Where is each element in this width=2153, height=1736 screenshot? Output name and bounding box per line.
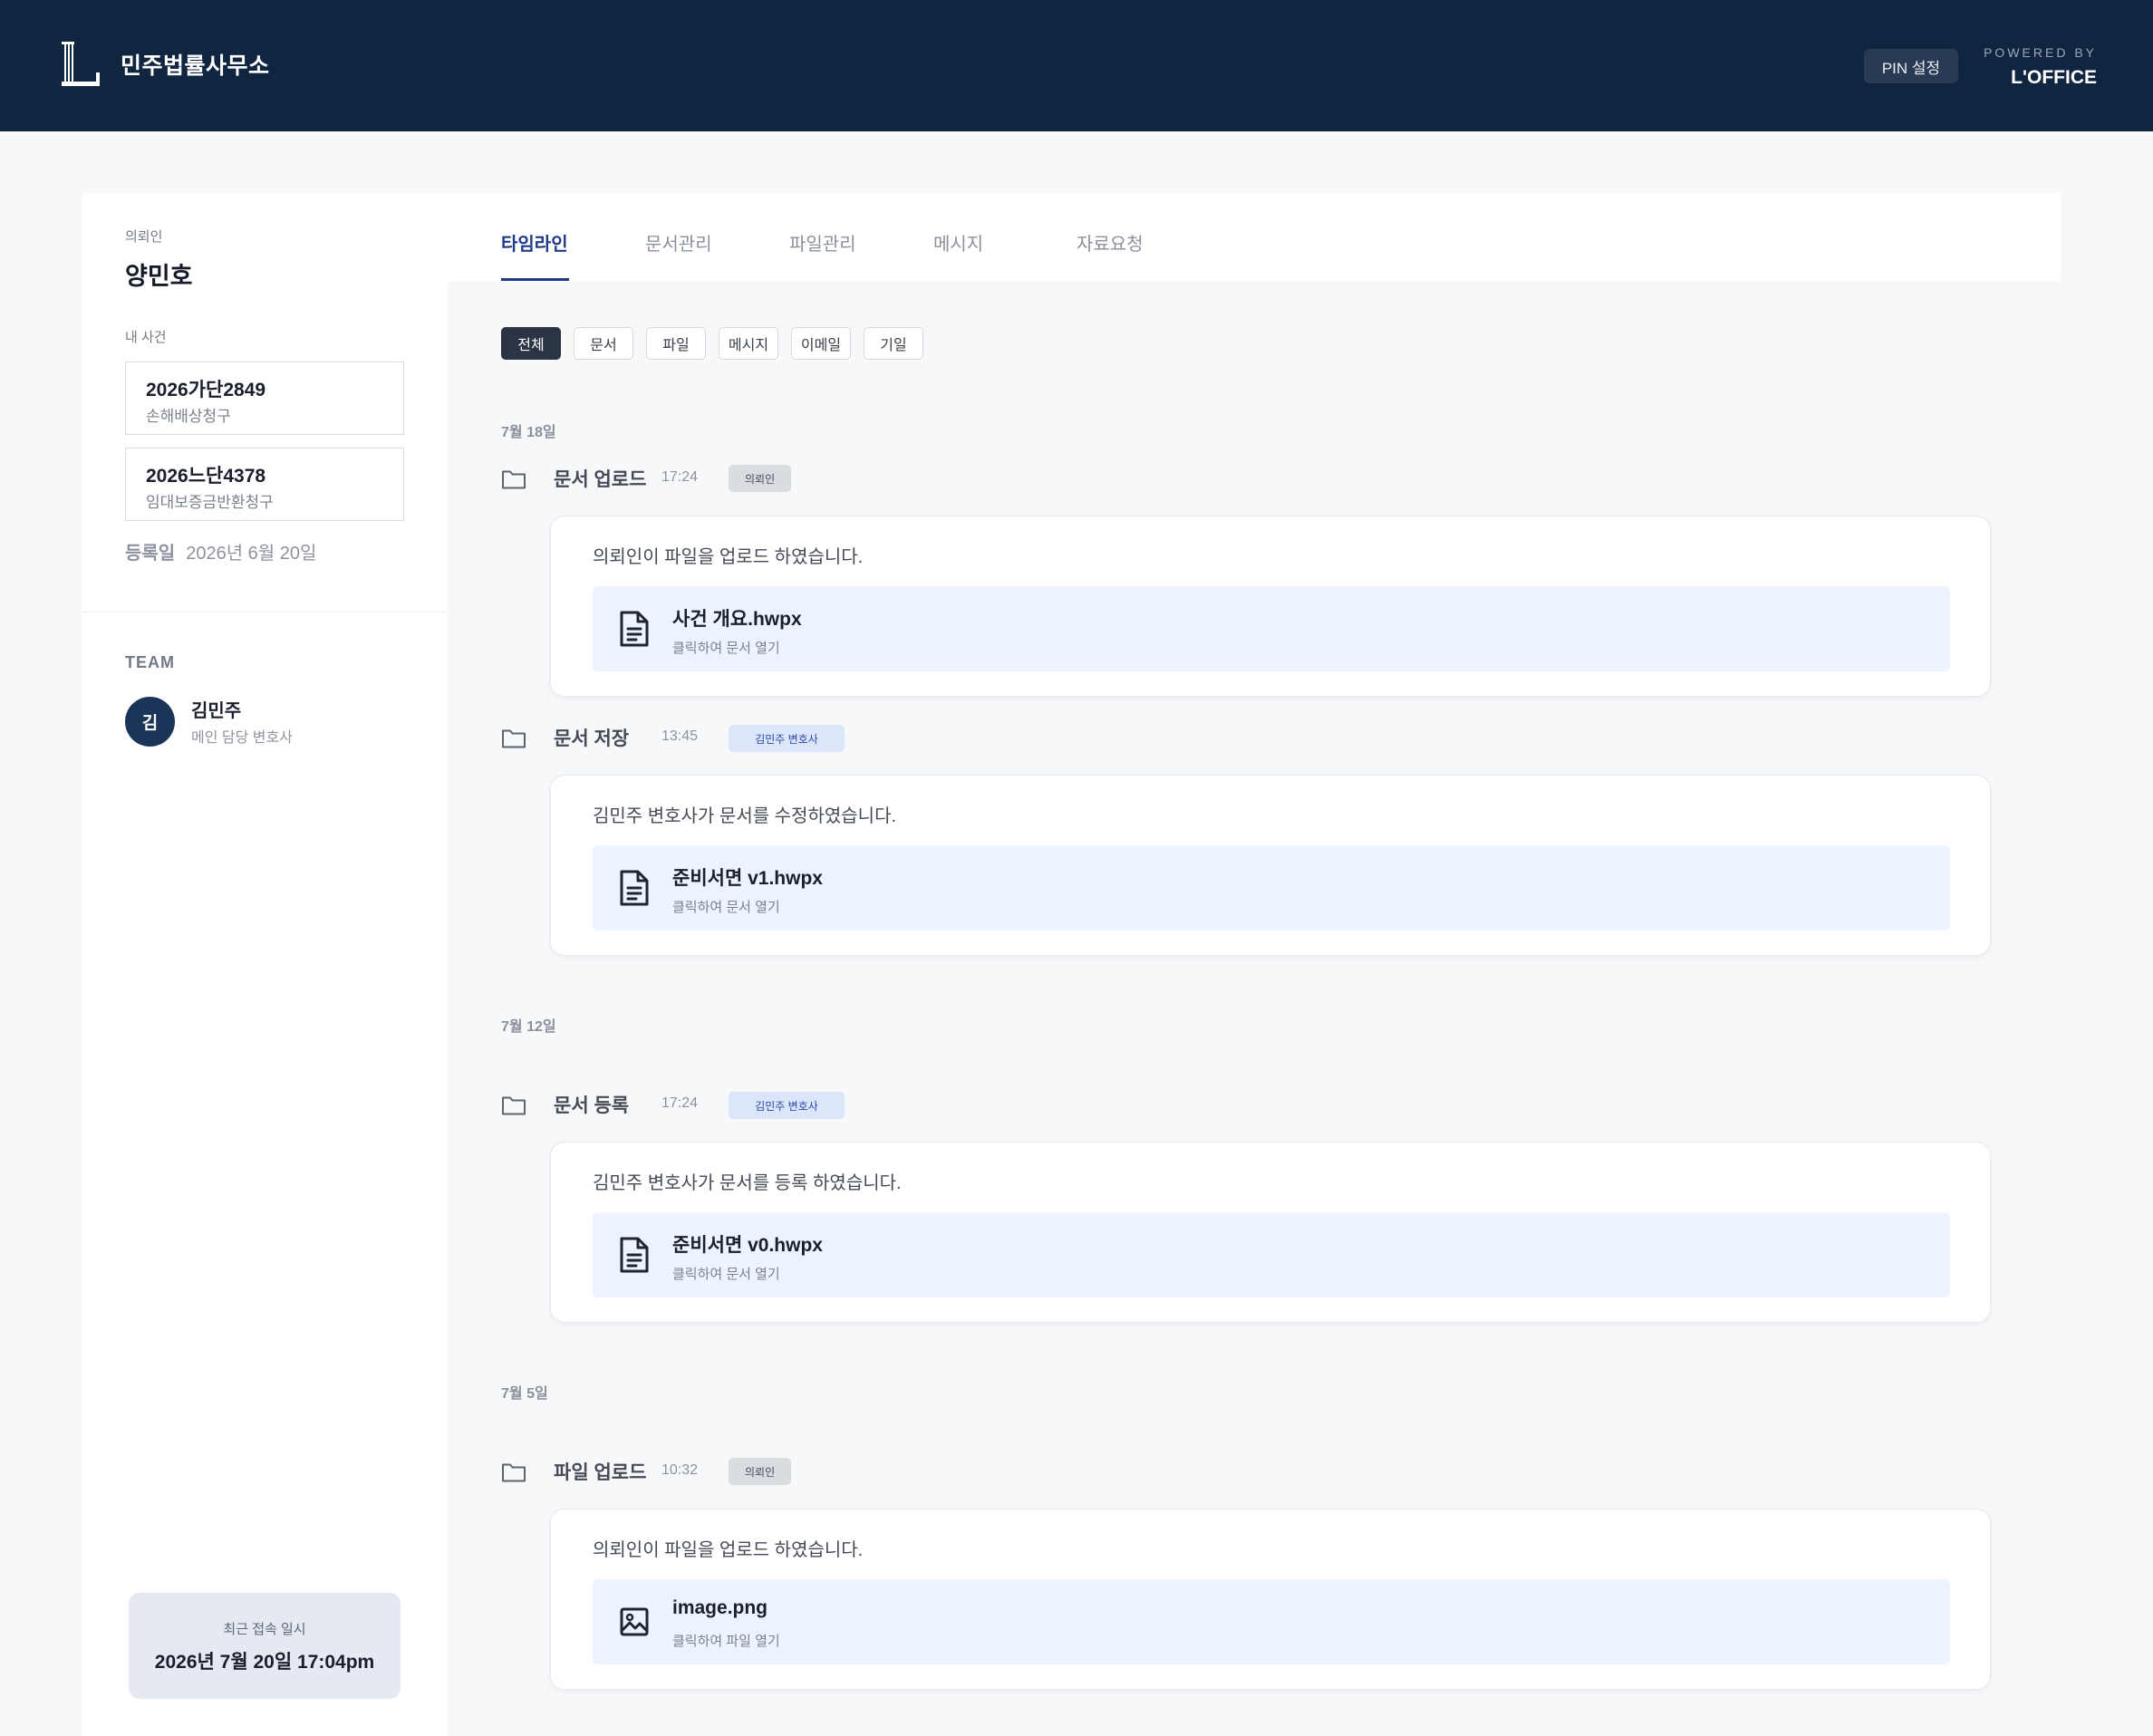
client-name: 양민호 xyxy=(125,263,193,290)
file-name: 사건 개요.hwpx xyxy=(672,609,802,630)
event-time: 17:24 xyxy=(661,1095,699,1111)
author-badge: 의뢰인 xyxy=(729,1458,792,1485)
file-open-hint: 클릭하여 문서 열기 xyxy=(672,641,780,656)
file-open-hint: 클릭하여 파일 열기 xyxy=(672,1634,780,1649)
powered-by: POWERED BY L'OFFICE xyxy=(1984,45,2097,89)
case-type: 임대보증금반환청구 xyxy=(146,494,274,511)
folder-icon xyxy=(502,470,526,489)
registration-date: 등록일 2026년 6월 20일 xyxy=(125,538,316,564)
image-icon xyxy=(620,1607,649,1636)
event-card: 의뢰인이 파일을 업로드 하였습니다. 사건 개요.hwpx 클릭하여 문서 열… xyxy=(550,516,1991,697)
tab-documents[interactable]: 문서관리 xyxy=(645,229,712,256)
timeline-date: 7월 12일 xyxy=(501,1019,556,1035)
event-title: 문서 저장 xyxy=(554,728,630,749)
event-message: 김민주 변호사가 문서를 등록 하였습니다. xyxy=(593,1173,902,1193)
file-open-hint: 클릭하여 문서 열기 xyxy=(672,900,780,915)
powered-by-label: POWERED BY xyxy=(1984,45,2097,60)
tab-files[interactable]: 파일관리 xyxy=(789,229,856,256)
team-member-role: 메인 담당 변호사 xyxy=(191,730,293,746)
document-icon xyxy=(620,870,649,906)
event-time: 13:45 xyxy=(661,728,699,744)
registration-value: 2026년 6월 20일 xyxy=(186,544,317,564)
firm-name: 민주법률사무소 xyxy=(121,53,270,79)
document-icon xyxy=(620,611,649,647)
file-attachment[interactable]: image.png 클릭하여 파일 열기 xyxy=(593,1579,1950,1664)
file-attachment[interactable]: 준비서면 v1.hwpx 클릭하여 문서 열기 xyxy=(593,845,1950,931)
file-open-hint: 클릭하여 문서 열기 xyxy=(672,1267,780,1282)
filter-hearings[interactable]: 기일 xyxy=(864,327,923,360)
case-number: 2026느단4378 xyxy=(146,466,266,487)
filter-documents[interactable]: 문서 xyxy=(574,327,633,360)
file-name: image.png xyxy=(672,1597,768,1618)
document-icon xyxy=(620,1237,649,1273)
case-number: 2026가단2849 xyxy=(146,380,266,400)
event-title: 문서 업로드 xyxy=(554,469,647,490)
event-card: 의뢰인이 파일을 업로드 하였습니다. image.png 클릭하여 파일 열기 xyxy=(550,1509,1991,1690)
case-card[interactable]: 2026가단2849 손해배상청구 xyxy=(125,362,404,435)
tab-timeline[interactable]: 타임라인 xyxy=(501,229,568,256)
event-time: 17:24 xyxy=(661,469,699,485)
author-badge: 의뢰인 xyxy=(729,465,792,492)
avatar: 김 xyxy=(125,697,175,747)
file-name: 준비서면 v1.hwpx xyxy=(672,868,823,889)
filter-all[interactable]: 전체 xyxy=(501,327,561,360)
tab-bar: 타임라인 문서관리 파일관리 메시지 자료요청 xyxy=(448,193,2061,282)
case-type: 손해배상청구 xyxy=(146,408,231,425)
folder-icon xyxy=(502,1096,526,1115)
file-name: 준비서면 v0.hwpx xyxy=(672,1235,823,1256)
tab-data-requests[interactable]: 자료요청 xyxy=(1076,229,1144,256)
event-time: 10:32 xyxy=(661,1462,699,1478)
folder-icon xyxy=(502,729,526,748)
event-message: 의뢰인이 파일을 업로드 하였습니다. xyxy=(593,547,864,567)
folder-icon xyxy=(502,1463,526,1482)
cases-label: 내 사건 xyxy=(125,330,167,345)
firm-logo-icon xyxy=(62,42,100,86)
active-tab-indicator xyxy=(501,278,569,281)
recent-access-box: 최근 접속 일시 2026년 7월 20일 17:04pm xyxy=(129,1593,401,1699)
file-attachment[interactable]: 준비서면 v0.hwpx 클릭하여 문서 열기 xyxy=(593,1212,1950,1297)
client-label: 의뢰인 xyxy=(125,229,163,245)
filter-email[interactable]: 이메일 xyxy=(791,327,851,360)
team-member-name: 김민주 xyxy=(191,701,242,721)
event-card: 김민주 변호사가 문서를 수정하였습니다. 준비서면 v1.hwpx 클릭하여 … xyxy=(550,775,1991,956)
sidebar: 의뢰인 양민호 내 사건 2026가단2849 손해배상청구 2026느단437… xyxy=(82,193,448,1736)
event-message: 김민주 변호사가 문서를 수정하였습니다. xyxy=(593,806,897,826)
event-title: 파일 업로드 xyxy=(554,1462,647,1483)
filter-messages[interactable]: 메시지 xyxy=(719,327,778,360)
pin-settings-button[interactable]: PIN 설정 xyxy=(1864,49,1958,83)
registration-label: 등록일 xyxy=(125,544,176,564)
case-card[interactable]: 2026느단4378 임대보증금반환청구 xyxy=(125,448,404,521)
timeline-date: 7월 5일 xyxy=(501,1386,548,1402)
event-card: 김민주 변호사가 문서를 등록 하였습니다. 준비서면 v0.hwpx 클릭하여… xyxy=(550,1142,1991,1323)
event-message: 의뢰인이 파일을 업로드 하였습니다. xyxy=(593,1540,864,1560)
tab-messages[interactable]: 메시지 xyxy=(933,229,983,256)
brand-name: L'OFFICE xyxy=(2011,67,2097,88)
timeline-date: 7월 18일 xyxy=(501,425,556,440)
recent-access-label: 최근 접속 일시 xyxy=(223,1622,306,1637)
event-title: 문서 등록 xyxy=(554,1095,630,1116)
author-badge: 김민주 변호사 xyxy=(729,1092,845,1119)
author-badge: 김민주 변호사 xyxy=(729,725,845,752)
team-label: TEAM xyxy=(125,653,175,671)
top-bar: 민주법률사무소 PIN 설정 POWERED BY L'OFFICE xyxy=(0,0,2153,131)
recent-access-value: 2026년 7월 20일 17:04pm xyxy=(154,1652,375,1673)
filter-files[interactable]: 파일 xyxy=(646,327,706,360)
file-attachment[interactable]: 사건 개요.hwpx 클릭하여 문서 열기 xyxy=(593,586,1950,671)
